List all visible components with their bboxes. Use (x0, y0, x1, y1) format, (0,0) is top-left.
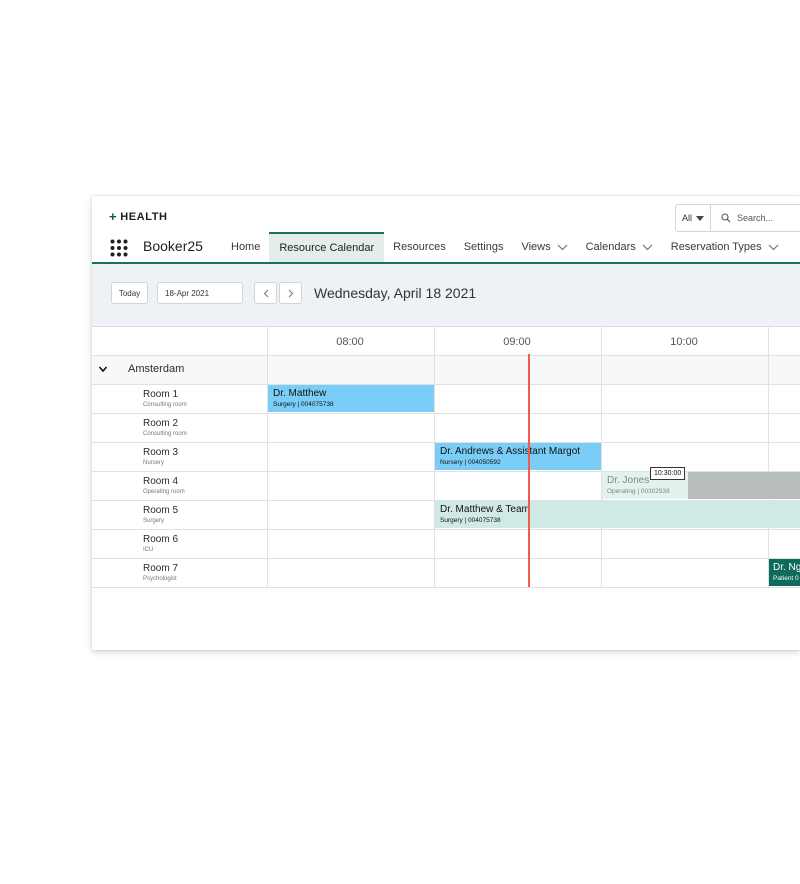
room-name: Room 1 (143, 389, 179, 400)
room-name: Room 3 (143, 447, 179, 458)
tab-label: Home (231, 241, 261, 253)
room-type: Psychologist (143, 576, 177, 582)
app-launcher-icon[interactable] (110, 239, 128, 257)
brand-name: HEALTH (120, 210, 168, 223)
search-icon (721, 213, 731, 223)
chevron-down-icon[interactable] (98, 364, 108, 374)
tab-resource-calendar[interactable]: Resource Calendar (269, 232, 385, 262)
room-type: Operating room (143, 489, 185, 495)
reservation-detail: Surgery | 004075738 (273, 401, 334, 408)
group-label: Amsterdam (128, 363, 185, 375)
current-date-title: Wednesday, April 18 2021 (314, 285, 477, 301)
search-input[interactable] (737, 213, 800, 223)
chevron-down-icon[interactable] (557, 244, 568, 251)
grid-divider (267, 326, 268, 587)
app-navigation-bar: Booker25 Home Resource Calendar Resource… (92, 232, 800, 264)
room-name: Room 2 (143, 418, 179, 429)
grid-divider (92, 587, 800, 588)
room-name: Room 5 (143, 505, 179, 516)
caret-down-icon (696, 215, 704, 221)
reservation-detail: Operating | 00302938 (607, 488, 670, 495)
tab-label: Reservation Types (670, 241, 762, 253)
grid-divider (92, 558, 800, 559)
chevron-right-icon (288, 289, 293, 297)
brand-plus-icon: + (109, 209, 118, 224)
time-header: 10:00 (670, 336, 698, 348)
tab-views[interactable]: Views (512, 232, 576, 262)
previous-day-button[interactable] (254, 282, 277, 304)
grid-divider (92, 413, 800, 414)
reservation-block[interactable]: Dr. Ng Patient 0 (769, 559, 800, 586)
reservation-detail: Nursery | 004050592 (440, 459, 501, 466)
chevron-down-icon[interactable] (768, 244, 779, 251)
reservation-detail: Surgery | 004075738 (440, 517, 501, 524)
grid-divider (768, 326, 769, 587)
tab-label: Resource Calendar (279, 242, 375, 254)
app-name: Booker25 (143, 238, 203, 254)
grid-divider (92, 384, 800, 385)
health-logo: + HEALTH (109, 209, 168, 224)
tab-resources[interactable]: Resources (384, 232, 455, 262)
current-time-indicator (528, 354, 530, 587)
grid-divider (601, 326, 602, 587)
next-day-button[interactable] (279, 282, 302, 304)
tab-label: Settings (463, 241, 504, 253)
reservation-block[interactable]: Dr. Matthew & Team Surgery | 004075738 (435, 501, 800, 528)
reservation-title: Dr. Matthew (273, 388, 327, 399)
group-row-amsterdam: Amsterdam (92, 355, 800, 384)
reservation-drag-preview[interactable] (688, 472, 800, 499)
room-name: Room 7 (143, 563, 179, 574)
search-scope-value: All (681, 213, 692, 223)
date-picker-field[interactable]: 18-Apr 2021 (157, 282, 243, 304)
reservation-title: Dr. Matthew & Team (440, 504, 530, 515)
tab-settings[interactable]: Settings (455, 232, 513, 262)
room-name: Room 4 (143, 476, 179, 487)
tab-home[interactable]: Home (222, 232, 269, 262)
room-type: ICU (143, 547, 154, 553)
room-type: Consulting room (143, 431, 187, 437)
global-search: All (675, 204, 800, 232)
reservation-title: Dr. Ng (773, 562, 800, 573)
nav-tabs: Home Resource Calendar Resources Setting… (222, 232, 788, 262)
chevron-left-icon (263, 289, 268, 297)
search-scope-select[interactable]: All (676, 205, 711, 231)
time-header: 08:00 (336, 336, 364, 348)
grid-divider (92, 355, 800, 356)
reservation-block[interactable]: Dr. Andrews & Assistant Margot Nursery |… (435, 443, 601, 470)
booker-app-window: + HEALTH All Booker25 Home (92, 196, 800, 650)
tab-calendars[interactable]: Calendars (577, 232, 662, 262)
tab-label: Views (521, 241, 551, 253)
calendar-toolbar: Today 18-Apr 2021 Wednesday, April 18 20… (92, 264, 800, 327)
room-type: Surgery (143, 518, 165, 524)
search-field[interactable] (711, 205, 800, 231)
room-name: Room 6 (143, 534, 179, 545)
tab-label: Calendars (585, 241, 636, 253)
drag-time-tooltip: 10:30:00 (650, 467, 686, 480)
reservation-block[interactable]: Dr. Matthew Surgery | 004075738 (268, 385, 434, 412)
today-button[interactable]: Today (111, 282, 148, 304)
tab-label: Resources (393, 241, 446, 253)
room-type: Consulting room (143, 402, 187, 408)
chevron-down-icon[interactable] (642, 244, 653, 251)
grid-divider (92, 529, 800, 530)
time-header: 09:00 (503, 336, 531, 348)
room-type: Nursery (143, 460, 165, 466)
reservation-detail: Patient 0 (773, 575, 799, 582)
reservation-title: Dr. Andrews & Assistant Margot (440, 446, 581, 457)
resource-calendar-grid: Amsterdam 08:00 09:00 10:00 Room 1 Consu… (92, 326, 800, 650)
tab-reservation-types[interactable]: Reservation Types (662, 232, 788, 262)
